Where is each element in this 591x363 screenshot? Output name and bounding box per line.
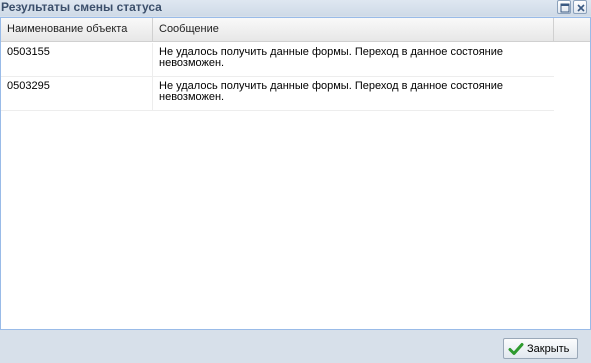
grid-header: Наименование объекта Сообщение — [1, 18, 590, 42]
message-line: невозможен. — [159, 91, 225, 103]
table-row[interactable]: 0503155 Не удалось получить данные формы… — [1, 43, 554, 77]
column-header-message[interactable]: Сообщение — [153, 18, 554, 41]
window-title: Результаты смены статуса — [1, 0, 162, 14]
column-header-object[interactable]: Наименование объекта — [1, 18, 153, 41]
table-row[interactable]: 0503295 Не удалось получить данные формы… — [1, 77, 554, 111]
maximize-button[interactable] — [557, 0, 571, 14]
close-button[interactable] — [573, 0, 587, 14]
title-bar[interactable]: Результаты смены статуса — [0, 0, 591, 16]
message-line: невозможен. — [159, 57, 225, 69]
cell-message: Не удалось получить данные формы. Перехо… — [153, 43, 554, 76]
cell-object: 0503155 — [1, 43, 153, 76]
grid-panel: Наименование объекта Сообщение 0503155 Н… — [0, 17, 591, 330]
dialog-footer: Закрыть — [0, 330, 591, 363]
close-dialog-button[interactable]: Закрыть — [503, 338, 578, 359]
cell-message: Не удалось получить данные формы. Перехо… — [153, 77, 554, 110]
dialog-window: Результаты смены статуса Наименование об… — [0, 0, 591, 363]
check-icon — [508, 341, 524, 357]
close-button-label: Закрыть — [527, 343, 570, 355]
cell-object: 0503295 — [1, 77, 153, 110]
